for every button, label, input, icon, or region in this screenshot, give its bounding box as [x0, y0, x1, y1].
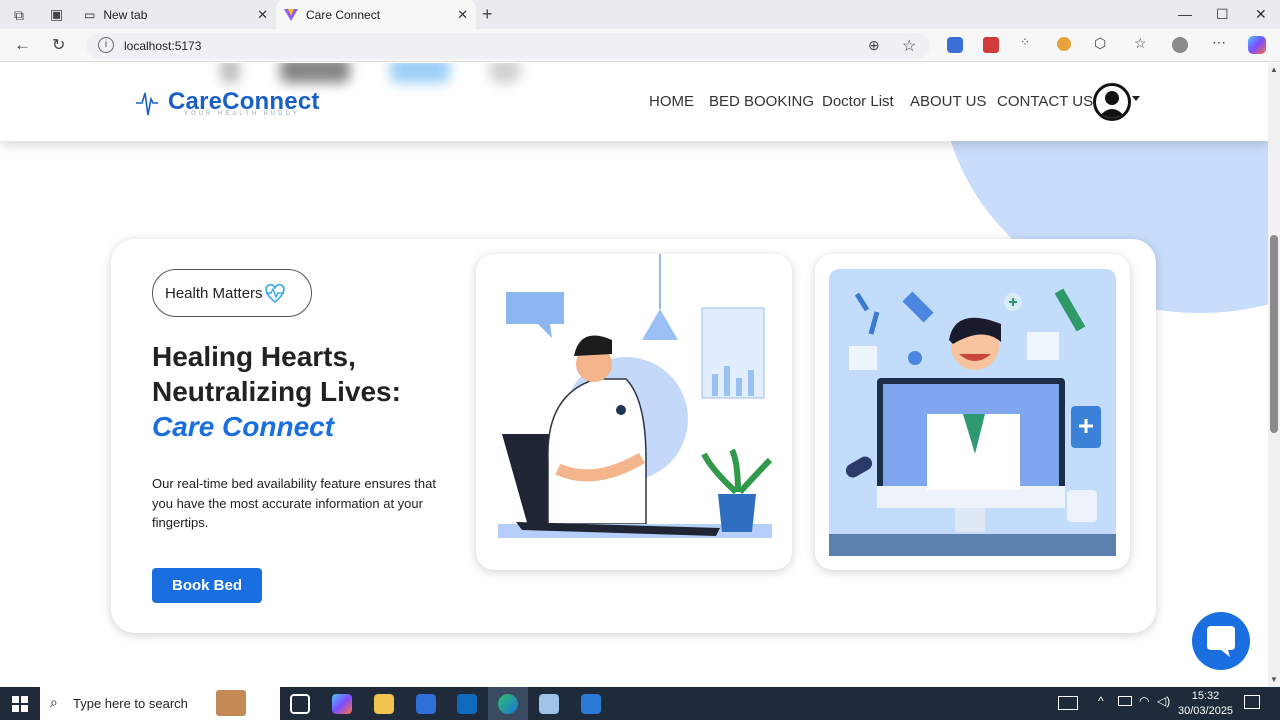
- zoom-icon[interactable]: ⊕: [868, 37, 880, 54]
- nav-doctor-list[interactable]: Doctor List: [822, 93, 894, 110]
- scroll-up-icon[interactable]: ▲: [1270, 65, 1278, 74]
- scroll-down-icon[interactable]: ▼: [1270, 675, 1278, 684]
- book-bed-button[interactable]: Book Bed: [152, 568, 262, 603]
- battery-icon[interactable]: [1118, 696, 1132, 706]
- keyboard-icon[interactable]: [1058, 696, 1078, 710]
- vscode-icon[interactable]: [581, 694, 601, 714]
- search-placeholder: Type here to search: [73, 696, 188, 711]
- more-menu-icon[interactable]: ⋯: [1212, 34, 1226, 51]
- blurred-background: [220, 63, 620, 87]
- back-icon[interactable]: ←: [14, 35, 31, 55]
- heart-pulse-icon: [264, 283, 285, 303]
- volume-icon[interactable]: ◁): [1157, 694, 1170, 708]
- doctor-laptop-illustration: [476, 254, 792, 570]
- task-view-icon[interactable]: [290, 694, 310, 714]
- close-tab-icon[interactable]: ✕: [257, 7, 268, 23]
- tab-new-tab[interactable]: ▭ New tab ✕: [76, 0, 276, 29]
- edge-browser-icon[interactable]: [498, 694, 518, 714]
- maximize-icon[interactable]: ☐: [1216, 6, 1229, 23]
- chat-bubble-icon: [1207, 626, 1235, 657]
- extension-icon[interactable]: [947, 37, 963, 53]
- heartbeat-icon: [136, 92, 158, 116]
- health-matters-badge: Health Matters: [152, 269, 312, 317]
- user-avatar-icon[interactable]: [1093, 83, 1131, 121]
- page-scrollbar[interactable]: ▲ ▼: [1268, 63, 1280, 687]
- date: 30/03/2025: [1178, 705, 1234, 717]
- nav-about-us[interactable]: ABOUT US: [910, 93, 986, 110]
- site-header: CareConnect YOUR HEALTH BUDDY HOME BED B…: [0, 63, 1268, 141]
- page-icon: ▭: [84, 7, 96, 22]
- outlook-icon[interactable]: [457, 694, 477, 714]
- wifi-icon[interactable]: ◠: [1139, 694, 1149, 708]
- notepad-icon[interactable]: [539, 694, 559, 714]
- close-tab-icon[interactable]: ✕: [457, 7, 468, 23]
- site-info-icon[interactable]: i: [98, 37, 114, 53]
- microsoft-store-icon[interactable]: [416, 694, 436, 714]
- workspaces-icon[interactable]: ⧉: [14, 7, 24, 24]
- windows-taskbar: ⌕ Type here to search ^ ◠ ◁) 15:32 30/03…: [0, 687, 1280, 720]
- chat-widget-button[interactable]: [1192, 612, 1250, 670]
- minimize-icon[interactable]: —: [1178, 6, 1192, 22]
- extensions-icon[interactable]: ⬡: [1094, 35, 1106, 52]
- scrollbar-thumb[interactable]: [1270, 235, 1278, 433]
- cookie-icon[interactable]: [1057, 37, 1071, 51]
- hero-title: Healing Hearts, Neutralizing Lives: Care…: [152, 339, 401, 444]
- title-line-2: Neutralizing Lives:: [152, 376, 401, 407]
- title-accent: Care Connect: [152, 411, 335, 442]
- extension-icon[interactable]: [983, 37, 999, 53]
- search-highlight-icon: [216, 690, 246, 716]
- tab-label: Care Connect: [306, 7, 381, 22]
- favorite-star-icon[interactable]: ☆: [902, 36, 916, 56]
- system-clock[interactable]: 15:32 30/03/2025: [1178, 689, 1233, 719]
- new-tab-icon[interactable]: +: [482, 4, 493, 25]
- extension-icon[interactable]: ⁘: [1020, 35, 1030, 49]
- taskbar-search[interactable]: ⌕ Type here to search: [40, 687, 280, 720]
- nav-contact-us[interactable]: CONTACT US: [997, 93, 1093, 110]
- nav-home[interactable]: HOME: [649, 93, 694, 110]
- vite-logo-icon: [284, 8, 298, 21]
- time: 15:32: [1191, 690, 1220, 702]
- close-window-icon[interactable]: ✕: [1255, 6, 1267, 23]
- doctor-monitor-illustration: [815, 254, 1130, 570]
- hero-description: Our real-time bed availability feature e…: [152, 476, 436, 530]
- tab-bar: ⧉ ▣ ▭ New tab ✕ Care Connect ✕ + — ☐ ✕: [0, 0, 1280, 29]
- favorites-icon[interactable]: ☆: [1134, 35, 1147, 52]
- chevron-up-icon[interactable]: ^: [1098, 694, 1104, 708]
- file-explorer-icon[interactable]: [374, 694, 394, 714]
- site-logo[interactable]: CareConnect YOUR HEALTH BUDDY: [136, 87, 320, 117]
- search-icon: ⌕: [50, 694, 58, 710]
- url-field[interactable]: i localhost:5173 ⊕ ☆: [86, 33, 930, 59]
- title-line-1: Healing Hearts,: [152, 341, 356, 372]
- tab-care-connect[interactable]: Care Connect ✕: [276, 0, 476, 29]
- copilot-app-icon[interactable]: [332, 694, 352, 714]
- brand-tagline: YOUR HEALTH BUDDY: [184, 111, 300, 117]
- url-text: localhost:5173: [124, 39, 202, 53]
- notifications-icon[interactable]: [1244, 695, 1260, 709]
- tab-actions-icon[interactable]: ▣: [50, 6, 63, 23]
- profile-icon[interactable]: [1172, 37, 1188, 53]
- copilot-icon[interactable]: [1248, 36, 1266, 54]
- windows-start-icon[interactable]: [12, 696, 28, 717]
- refresh-icon[interactable]: ↻: [52, 35, 65, 55]
- chevron-down-icon[interactable]: [1132, 96, 1140, 101]
- web-page: CareConnect YOUR HEALTH BUDDY HOME BED B…: [0, 63, 1268, 687]
- tab-label: New tab: [103, 7, 148, 22]
- address-bar: ← ↻ i localhost:5173 ⊕ ☆ ⁘ ⬡ ☆ ⋯: [0, 29, 1280, 62]
- badge-label: Health Matters: [165, 284, 263, 302]
- nav-bed-booking[interactable]: BED BOOKING: [709, 93, 814, 110]
